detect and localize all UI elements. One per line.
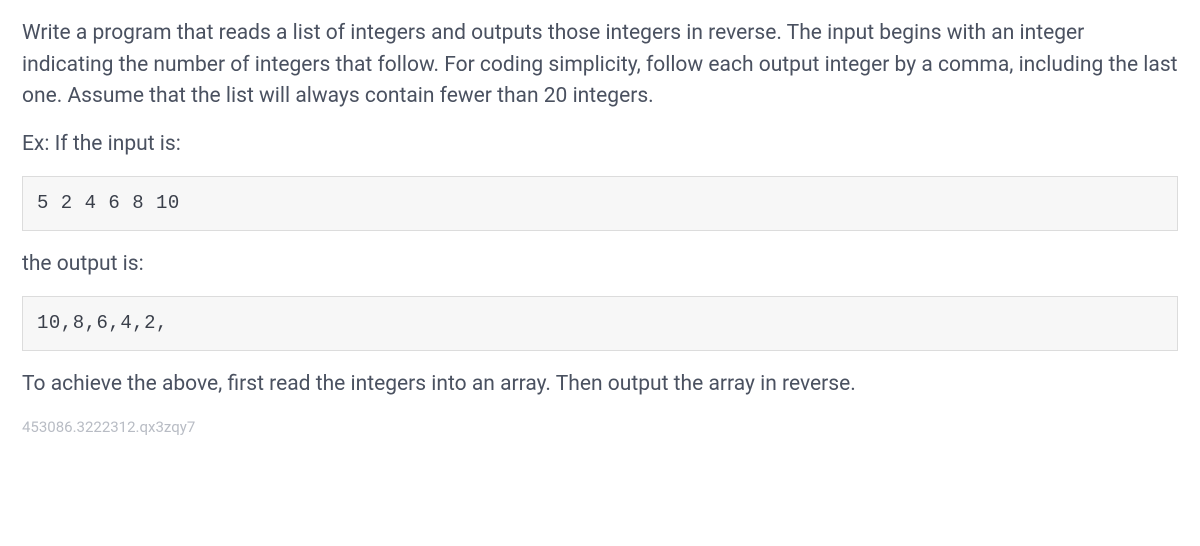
footer-id: 453086.3222312.qx3zqy7 xyxy=(22,416,1178,439)
example-intro: Ex: If the input is: xyxy=(22,129,1178,161)
example-input-block: 5 2 4 6 8 10 xyxy=(22,176,1178,231)
problem-description: Write a program that reads a list of int… xyxy=(22,18,1178,113)
output-label: the output is: xyxy=(22,249,1178,281)
instruction-text: To achieve the above, first read the int… xyxy=(22,369,1178,401)
example-output-block: 10,8,6,4,2, xyxy=(22,296,1178,351)
